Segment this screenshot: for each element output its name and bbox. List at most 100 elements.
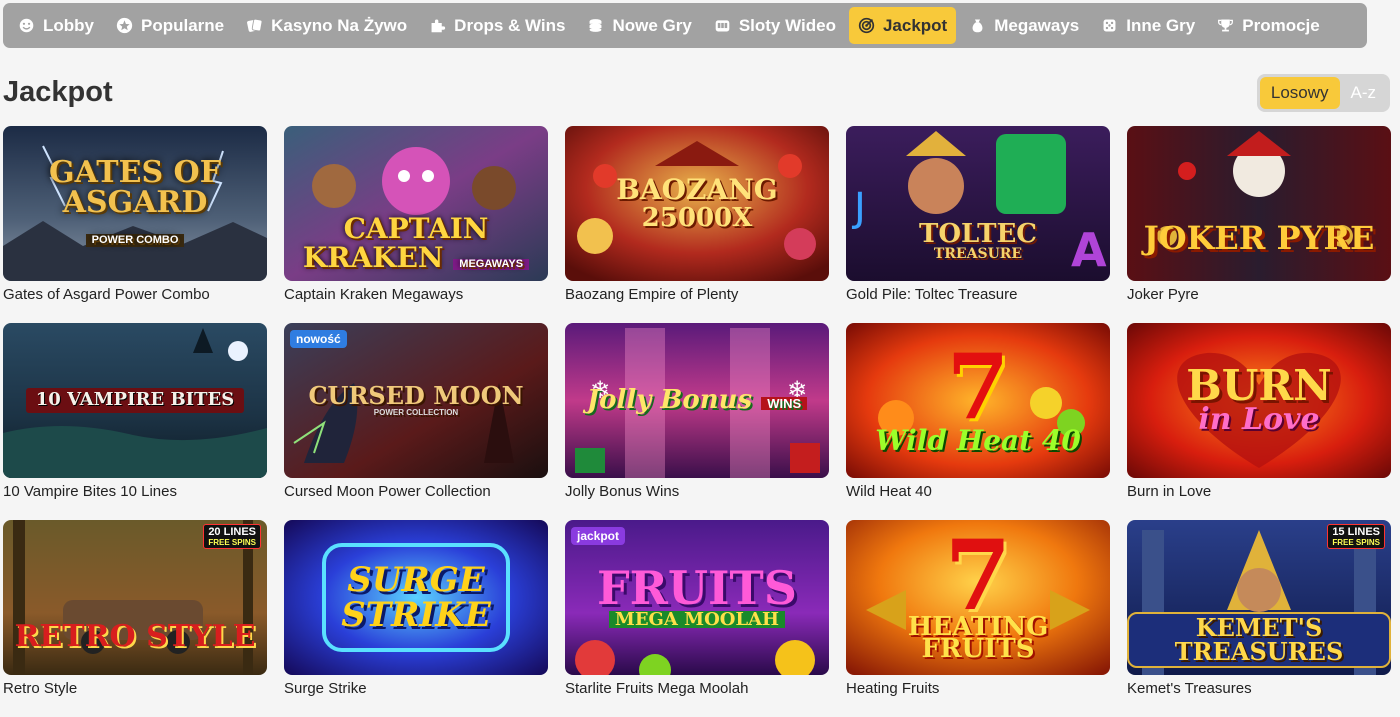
game-logo-text: GATES OF ASGARD <box>49 154 221 221</box>
game-thumbnail[interactable]: J A TOLTEC TREASURE <box>846 126 1110 281</box>
lines-count: 15 LINES <box>1332 526 1380 538</box>
game-logo-subtitle: HEATING FRUITS <box>907 612 1049 665</box>
star-icon <box>116 17 133 34</box>
game-title[interactable]: Burn in Love <box>1127 483 1391 500</box>
nav-item-megaways[interactable]: Megaways <box>960 7 1088 44</box>
game-card[interactable]: ❄ ❄ Jolly Bonus WINS Jolly Bonus Wins <box>565 323 829 520</box>
game-logo-text: RETRO STYLE <box>14 619 256 655</box>
nav-item-nowe-gry[interactable]: Nowe Gry <box>578 7 700 44</box>
game-thumbnail[interactable]: ❄ ❄ Jolly Bonus WINS <box>565 323 829 478</box>
game-title[interactable]: Starlite Fruits Mega Moolah <box>565 680 829 697</box>
game-thumbnail[interactable]: BURN in Love <box>1127 323 1391 478</box>
game-card[interactable]: JOKER PYRE Joker Pyre <box>1127 126 1391 323</box>
game-card[interactable]: 7 Wild Heat 40 Wild Heat 40 <box>846 323 1110 520</box>
cards-icon <box>246 17 263 34</box>
svg-text:A: A <box>1071 223 1107 277</box>
slot-machine-icon <box>714 17 731 34</box>
game-logo-subtitle: POWER COMBO <box>85 233 185 248</box>
nav-item-lobby[interactable]: Lobby <box>9 7 103 44</box>
nav-item-sloty-wideo[interactable]: Sloty Wideo <box>705 7 845 44</box>
money-bag-icon <box>969 17 986 34</box>
game-thumbnail[interactable]: 10 VAMPIRE BITES <box>3 323 267 478</box>
game-thumbnail[interactable]: SURGE STRIKE <box>284 520 548 675</box>
game-title[interactable]: Surge Strike <box>284 680 548 697</box>
game-title[interactable]: 10 Vampire Bites 10 Lines <box>3 483 267 500</box>
puzzle-icon <box>429 17 446 34</box>
game-logo-subtitle: 25000X <box>641 202 753 233</box>
nav-item-label: Promocje <box>1242 15 1320 35</box>
nav-item-popularne[interactable]: Popularne <box>107 7 233 44</box>
nav-item-label: Drops & Wins <box>454 15 566 35</box>
game-thumbnail[interactable]: jackpot FRUITS MEGA MOOLAH <box>565 520 829 675</box>
free-spins-label: FREE SPINS <box>208 538 256 547</box>
nav-item-inne-gry[interactable]: Inne Gry <box>1092 7 1204 44</box>
game-logo-text: FRUITS <box>597 561 797 616</box>
game-card[interactable]: 10 VAMPIRE BITES 10 Vampire Bites 10 Lin… <box>3 323 267 520</box>
free-spins-label: FREE SPINS <box>1332 538 1380 547</box>
game-logo-text: CURSED MOON <box>308 381 524 411</box>
sort-alphabetical-button[interactable]: A-z <box>1340 77 1388 109</box>
nav-item-jackpot[interactable]: Jackpot <box>848 7 957 44</box>
game-title[interactable]: Retro Style <box>3 680 267 697</box>
game-logo-subtitle: TREASURE <box>933 246 1023 263</box>
game-card[interactable]: BURN in Love Burn in Love <box>1127 323 1391 520</box>
game-thumbnail[interactable]: 15 LINES FREE SPINS KEMET'S TREASURES <box>1127 520 1391 675</box>
game-thumbnail[interactable]: GATES OF ASGARD POWER COMBO <box>3 126 267 281</box>
game-card[interactable]: GATES OF ASGARD POWER COMBO Gates of Asg… <box>3 126 267 323</box>
game-card[interactable]: jackpot FRUITS MEGA MOOLAH Starlite Frui… <box>565 520 829 717</box>
game-title[interactable]: Baozang Empire of Plenty <box>565 286 829 303</box>
game-title[interactable]: Wild Heat 40 <box>846 483 1110 500</box>
game-logo-subtitle: in Love <box>1198 402 1320 438</box>
game-thumbnail[interactable]: CAPTAIN KRAKEN MEGAWAYS <box>284 126 548 281</box>
nav-item-kasyno-na-zywo[interactable]: Kasyno Na Żywo <box>237 7 416 44</box>
game-card[interactable]: CAPTAIN KRAKEN MEGAWAYS Captain Kraken M… <box>284 126 548 323</box>
game-title[interactable]: Heating Fruits <box>846 680 1110 697</box>
coins-icon <box>587 17 604 34</box>
game-logo-text: SURGE STRIKE <box>341 559 491 635</box>
game-title[interactable]: Jolly Bonus Wins <box>565 483 829 500</box>
game-title[interactable]: Joker Pyre <box>1127 286 1391 303</box>
nav-item-label: Kasyno Na Żywo <box>271 15 408 35</box>
game-title[interactable]: Kemet's Treasures <box>1127 680 1391 697</box>
lines-badge: 20 LINES FREE SPINS <box>203 524 261 549</box>
game-grid: GATES OF ASGARD POWER COMBO Gates of Asg… <box>3 126 1391 717</box>
game-card[interactable]: 20 LINES FREE SPINS RETRO STYLE Retro St… <box>3 520 267 717</box>
game-card[interactable]: J A TOLTEC TREASURE Gold Pile: Toltec Tre… <box>846 126 1110 323</box>
dice-icon <box>1101 17 1118 34</box>
nav-item-drops-wins[interactable]: Drops & Wins <box>420 7 574 44</box>
game-card[interactable]: 15 LINES FREE SPINS KEMET'S TREASURES Ke… <box>1127 520 1391 717</box>
sort-toggle: Losowy A-z <box>1256 74 1390 112</box>
nav-item-label: Sloty Wideo <box>738 15 836 35</box>
game-logo-subtitle: Wild Heat 40 <box>875 424 1081 458</box>
game-title[interactable]: Cursed Moon Power Collection <box>284 483 548 500</box>
game-logo-text: TOLTEC <box>918 218 1037 249</box>
game-logo-text: KEMET'S TREASURES <box>1174 612 1344 666</box>
game-logo-subtitle: MEGA MOOLAH <box>608 610 786 628</box>
game-thumbnail[interactable]: JOKER PYRE <box>1127 126 1391 281</box>
game-thumbnail[interactable]: 7 Wild Heat 40 <box>846 323 1110 478</box>
lines-badge: 15 LINES FREE SPINS <box>1327 524 1385 549</box>
game-thumbnail[interactable]: 7 HEATING FRUITS <box>846 520 1110 675</box>
game-logo-text: Jolly Bonus <box>586 385 753 416</box>
game-thumbnail[interactable]: nowość CURSED MOON POWER COLLECTION <box>284 323 548 478</box>
svg-text:J: J <box>851 185 866 231</box>
game-title[interactable]: Gates of Asgard Power Combo <box>3 286 267 303</box>
nav-item-label: Jackpot <box>882 15 948 35</box>
game-card[interactable]: 7 HEATING FRUITS Heating Fruits <box>846 520 1110 717</box>
game-title[interactable]: Captain Kraken Megaways <box>284 286 548 303</box>
lines-count: 20 LINES <box>208 526 256 538</box>
game-card[interactable]: nowość CURSED MOON POWER COLLECTION Curs… <box>284 323 548 520</box>
trophy-icon <box>1217 17 1234 34</box>
game-thumbnail[interactable]: 20 LINES FREE SPINS RETRO STYLE <box>3 520 267 675</box>
game-thumbnail[interactable]: BAOZANG 25000X <box>565 126 829 281</box>
nav-item-promocje[interactable]: Promocje <box>1208 7 1328 44</box>
game-title[interactable]: Gold Pile: Toltec Treasure <box>846 286 1110 303</box>
game-card[interactable]: SURGE STRIKE Surge Strike <box>284 520 548 717</box>
nav-item-label: Nowe Gry <box>612 15 692 35</box>
target-icon <box>858 17 875 34</box>
page-title: Jackpot <box>3 76 113 108</box>
nav-item-label: Megaways <box>994 15 1080 35</box>
sort-random-button[interactable]: Losowy <box>1259 77 1340 109</box>
jackpot-badge: jackpot <box>571 527 626 545</box>
game-card[interactable]: BAOZANG 25000X Baozang Empire of Plenty <box>565 126 829 323</box>
